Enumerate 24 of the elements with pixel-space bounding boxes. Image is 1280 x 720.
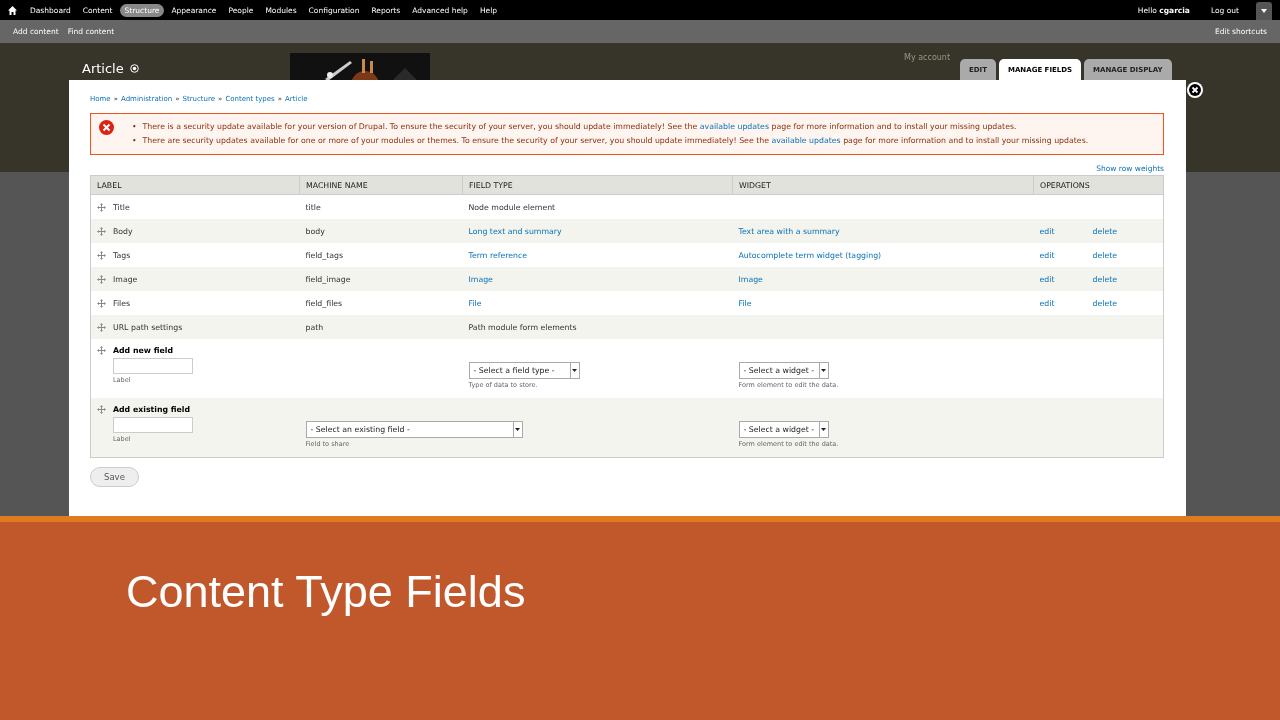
label-input[interactable] <box>113 417 193 433</box>
drag-handle-icon[interactable] <box>97 202 106 212</box>
slide-title: Content Type Fields <box>126 566 526 617</box>
drag-handle-icon[interactable] <box>97 405 106 414</box>
page-title: Article <box>82 61 124 76</box>
my-account-link[interactable]: My account <box>904 53 951 62</box>
drag-handle-icon[interactable] <box>97 274 106 284</box>
shortcuts-toggle[interactable] <box>1256 2 1272 20</box>
close-icon[interactable] <box>1187 82 1203 98</box>
drag-handle-icon[interactable] <box>97 346 106 355</box>
drag-handle-icon[interactable] <box>97 250 106 260</box>
error-icon <box>99 120 114 135</box>
caret-icon <box>572 369 577 372</box>
caret-icon <box>821 369 826 372</box>
home-icon[interactable] <box>8 5 17 15</box>
drag-handle-icon[interactable] <box>97 298 106 308</box>
caret-icon <box>821 428 826 431</box>
drag-handle-icon[interactable] <box>97 226 106 236</box>
add-shortcut-icon[interactable] <box>129 64 139 73</box>
drag-handle-icon[interactable] <box>97 322 106 332</box>
save-button[interactable]: Save <box>90 467 139 487</box>
caret-icon <box>515 428 520 431</box>
label-input[interactable] <box>113 358 193 374</box>
caret-icon <box>1261 9 1267 13</box>
